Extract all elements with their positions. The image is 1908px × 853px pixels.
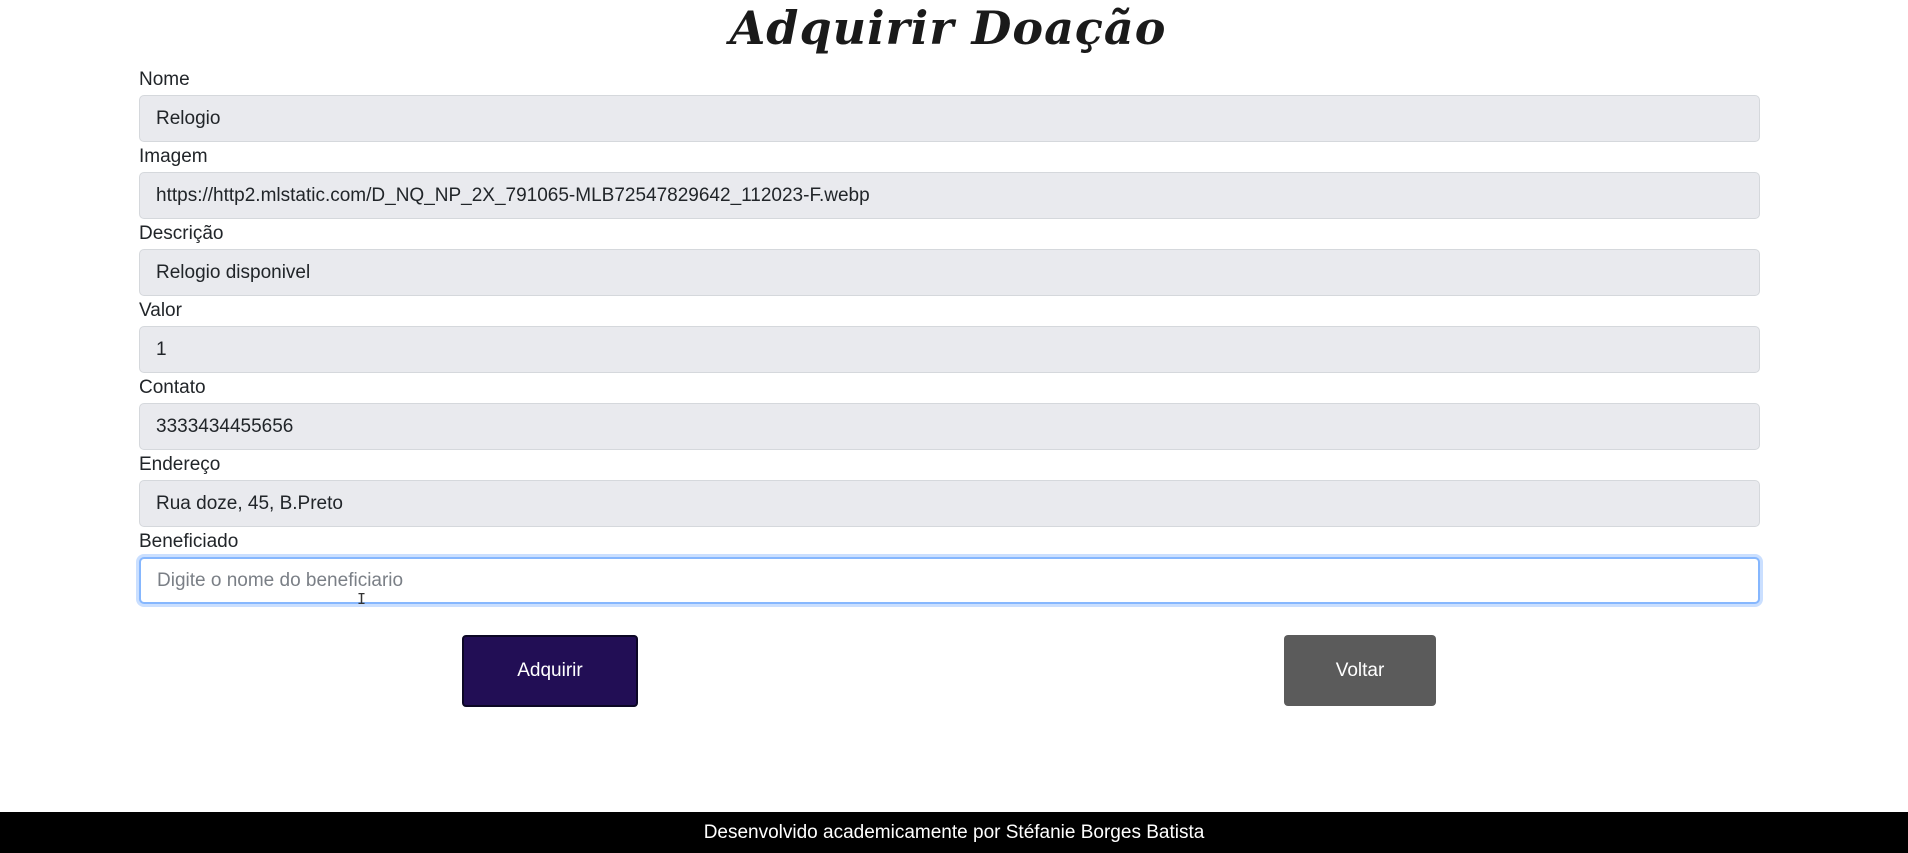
- valor-input[interactable]: [139, 326, 1760, 373]
- field-descricao: Descrição: [139, 222, 1760, 296]
- voltar-button[interactable]: Voltar: [1284, 635, 1436, 706]
- field-label-nome: Nome: [139, 69, 190, 90]
- descricao-input[interactable]: [139, 249, 1760, 296]
- field-endereco: Endereço: [139, 453, 1760, 527]
- imagem-input[interactable]: [139, 172, 1760, 219]
- footer: Desenvolvido academicamente por Stéfanie…: [0, 812, 1908, 853]
- field-label-contato: Contato: [139, 377, 206, 398]
- page: Adquirir Doação Nome Imagem Descrição Va…: [0, 0, 1908, 853]
- endereco-input[interactable]: [139, 480, 1760, 527]
- field-label-valor: Valor: [139, 300, 182, 321]
- field-nome: Nome: [139, 68, 1760, 142]
- text-cursor-icon: I: [357, 590, 367, 608]
- field-label-endereco: Endereço: [139, 454, 221, 475]
- field-imagem: Imagem: [139, 145, 1760, 219]
- field-label-imagem: Imagem: [139, 146, 208, 167]
- field-label-beneficiado: Beneficiado: [139, 531, 239, 552]
- donation-form: Nome Imagem Descrição Valor Contato Ende…: [139, 68, 1760, 607]
- field-beneficiado: Beneficiado: [139, 530, 1760, 604]
- page-title: Adquirir Doação: [729, 1, 1167, 55]
- field-label-descricao: Descrição: [139, 223, 224, 244]
- field-contato: Contato: [139, 376, 1760, 450]
- footer-credit-text: Desenvolvido academicamente por Stéfanie…: [703, 821, 1205, 843]
- adquirir-button[interactable]: Adquirir: [462, 635, 638, 707]
- field-valor: Valor: [139, 299, 1760, 373]
- contato-input[interactable]: [139, 403, 1760, 450]
- nome-input[interactable]: [139, 95, 1760, 142]
- beneficiado-input[interactable]: [139, 557, 1760, 604]
